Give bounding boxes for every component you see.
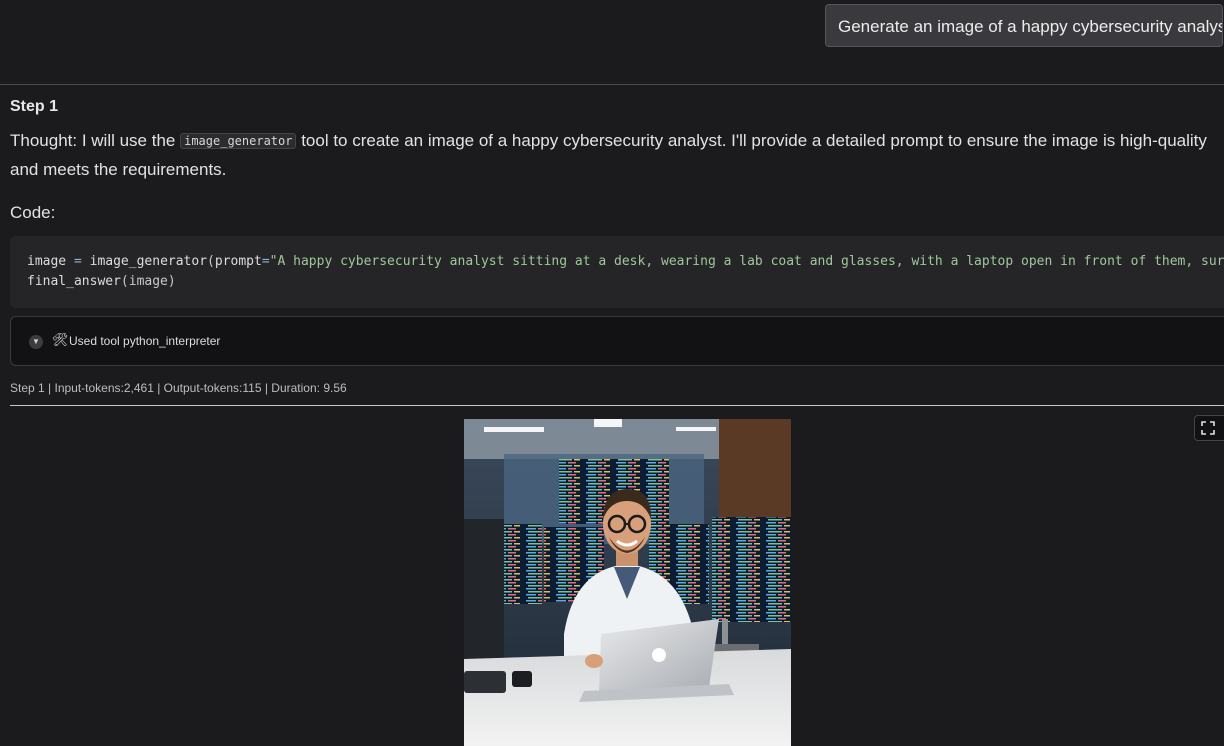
analyst-illustration — [464, 419, 791, 746]
thought-text: Thought: I will use the image_generator … — [10, 127, 1220, 184]
tool-used-label: Used tool python_interpreter — [69, 334, 221, 348]
user-message-bubble: Generate an image of a happy cybersecuri… — [825, 4, 1223, 47]
thought-prefix: Thought: I will use the — [10, 131, 181, 150]
tool-accordion[interactable]: ▼ 🛠 Used tool python_interpreter — [10, 316, 1224, 366]
code-block[interactable]: image = image_generator(prompt="A happy … — [10, 236, 1224, 308]
fullscreen-icon — [1201, 421, 1215, 435]
message-divider — [0, 84, 1224, 85]
code-label: Code: — [10, 203, 56, 222]
code-line2-arg: (image) — [120, 274, 176, 289]
code-eq: = — [261, 254, 270, 269]
hammer-wrench-icon: 🛠 — [52, 332, 69, 347]
code-func: image_generator — [89, 254, 208, 269]
code-line2-func: final_answer — [27, 274, 121, 289]
step-stats: Step 1 | Input-tokens:2,461 | Output-tok… — [10, 381, 347, 395]
step-divider — [10, 405, 1224, 406]
code-var: image — [27, 254, 67, 269]
code-paren: ( — [207, 254, 215, 269]
tool-name-code: image_generator — [180, 133, 297, 149]
fullscreen-button[interactable] — [1194, 415, 1224, 441]
code-kwarg: prompt — [214, 254, 262, 269]
generated-image[interactable] — [464, 419, 791, 746]
step-title: Step 1 — [10, 98, 59, 115]
code-assign-op: = — [66, 254, 90, 269]
code-prompt-string: "A happy cybersecurity analyst sitting a… — [269, 254, 1224, 269]
chevron-down-icon[interactable]: ▼ — [29, 335, 43, 349]
